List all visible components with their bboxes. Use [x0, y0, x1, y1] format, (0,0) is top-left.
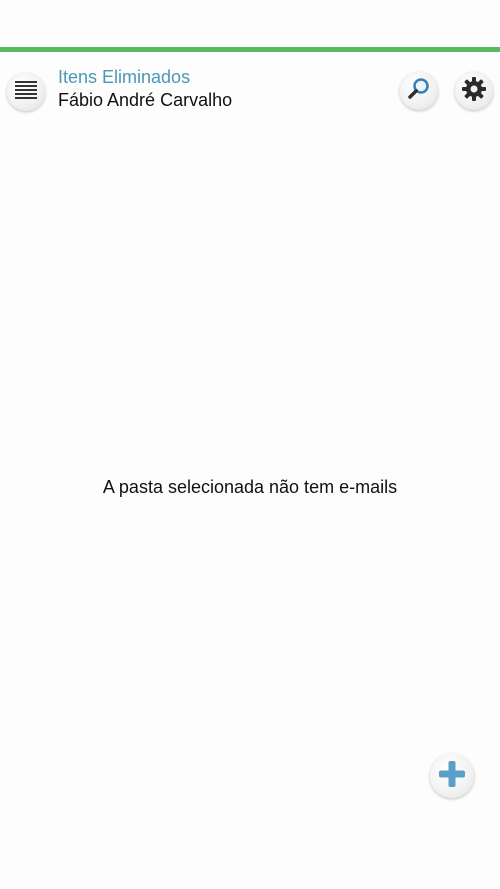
empty-folder-message: A pasta selecionada não tem e-mails	[102, 477, 398, 497]
menu-icon	[15, 80, 37, 105]
menu-button[interactable]	[7, 73, 45, 111]
gear-icon	[461, 76, 487, 107]
compose-button[interactable]	[430, 754, 474, 798]
search-button[interactable]	[400, 72, 438, 110]
app-header: Itens Eliminados Fábio André Carvalho	[0, 52, 500, 130]
account-name: Fábio André Carvalho	[58, 90, 233, 110]
settings-button[interactable]	[455, 72, 493, 110]
plus-icon	[437, 759, 467, 794]
folder-title: Itens Eliminados	[58, 67, 191, 87]
search-icon	[407, 77, 431, 106]
